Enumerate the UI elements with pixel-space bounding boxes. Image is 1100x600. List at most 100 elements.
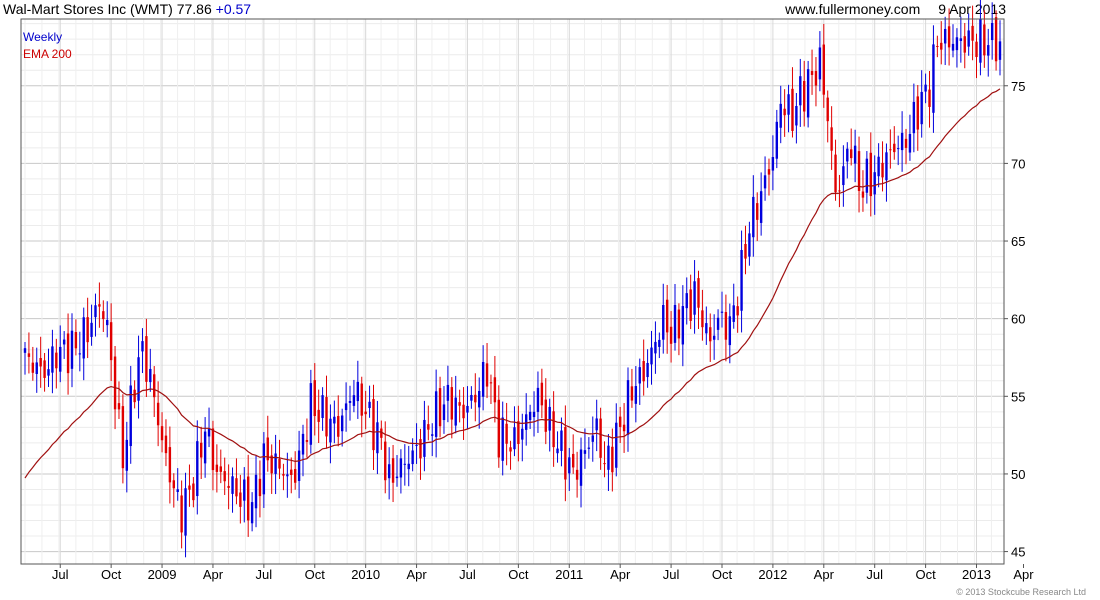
candle-body [282, 474, 285, 476]
candle-body [348, 400, 352, 403]
candle-body [525, 414, 528, 430]
candle-body [947, 26, 951, 48]
candle-body [595, 418, 598, 431]
candle-body [113, 356, 117, 410]
candle-body [102, 311, 105, 320]
y-tick-label: 45 [1011, 545, 1025, 560]
candle-body [411, 450, 414, 465]
candle-body [611, 446, 614, 473]
candle-body [505, 423, 508, 444]
candle-body [250, 502, 254, 524]
candle-body [626, 380, 630, 435]
candle-body [321, 395, 324, 419]
x-tick-label: Jul [52, 567, 69, 582]
candle-body [528, 411, 532, 421]
candle-body [771, 157, 775, 171]
candle-body [959, 38, 963, 41]
candle-body [344, 403, 348, 411]
candle-body [521, 428, 524, 440]
candle-body [720, 311, 724, 313]
candle-body [775, 121, 779, 159]
candle-body [442, 404, 446, 421]
candle-body [791, 88, 794, 131]
grid [21, 19, 1004, 564]
x-tick-label: Apr [203, 567, 224, 582]
candle-body [149, 368, 152, 383]
candle-body [650, 347, 653, 365]
candle-body [391, 458, 395, 483]
candle-body [180, 495, 183, 533]
candle-body [501, 417, 504, 461]
candle-body [615, 422, 618, 468]
candle-body [94, 305, 97, 318]
candle-body [176, 489, 179, 493]
x-tick-label: 2012 [758, 567, 787, 582]
candle-body [830, 127, 833, 151]
candle-body [31, 362, 35, 373]
candle-body [599, 418, 602, 458]
candle-body [568, 457, 571, 474]
candle-body [305, 440, 309, 442]
candle-body [297, 450, 301, 481]
candle-body [121, 406, 125, 469]
candle-body [192, 483, 195, 501]
candle-body [693, 281, 696, 315]
candle-body [642, 361, 645, 382]
candle-body [857, 151, 861, 191]
candle-body [744, 243, 747, 259]
candle-body [423, 419, 426, 457]
candle-body [607, 445, 610, 470]
candle-body [431, 434, 434, 436]
ema-line [24, 88, 1001, 479]
candle-body [98, 304, 101, 307]
candle-body [677, 309, 681, 339]
candle-body [62, 339, 66, 345]
y-tick-label: 60 [1011, 312, 1025, 327]
candle-body [979, 19, 982, 63]
x-tick-label: Oct [305, 567, 326, 582]
axes: 45 50 55 60 65 70 75 Jul Oct 2009 Apr Jul Oct 2010 Apr… [20, 18, 1034, 582]
candle-body [873, 172, 876, 195]
candle-body [35, 362, 38, 374]
candle-body [196, 441, 199, 497]
x-tick-label: Apr [610, 567, 631, 582]
candle-body [681, 306, 685, 345]
legend-ema: EMA 200 [23, 47, 72, 61]
candle-body [223, 471, 226, 482]
candle-body [466, 405, 469, 413]
candle-body [673, 304, 677, 343]
candle-body [658, 339, 661, 347]
candle-body [912, 101, 916, 134]
candle-body [337, 416, 340, 437]
candle-body [767, 169, 771, 175]
candle-body [846, 148, 849, 162]
candle-body [936, 45, 939, 47]
candle-body [262, 443, 266, 495]
candle-body [826, 97, 829, 122]
candle-body [994, 17, 998, 62]
candle-body [59, 346, 62, 372]
x-tick-label: Apr [814, 567, 835, 582]
candle-body [239, 492, 242, 507]
candle-body [877, 156, 880, 177]
candle-body [662, 304, 665, 340]
candle-body [579, 449, 583, 486]
candle-body [564, 427, 567, 480]
candle-body [246, 476, 250, 521]
candle-body [309, 383, 313, 445]
candle-body [955, 37, 959, 51]
candle-body [145, 336, 148, 382]
candle-body [200, 442, 203, 458]
candle-body [219, 466, 222, 472]
candle-body [630, 386, 634, 401]
candle-body [818, 47, 822, 80]
candle-body [39, 357, 42, 367]
candle-body [869, 152, 872, 197]
candle-body [951, 43, 955, 51]
candle-body [74, 332, 78, 349]
candle-body [904, 138, 908, 148]
candle-body [117, 403, 121, 410]
candle-body [795, 105, 798, 126]
candle-body [293, 469, 297, 483]
candle-body [407, 463, 410, 470]
